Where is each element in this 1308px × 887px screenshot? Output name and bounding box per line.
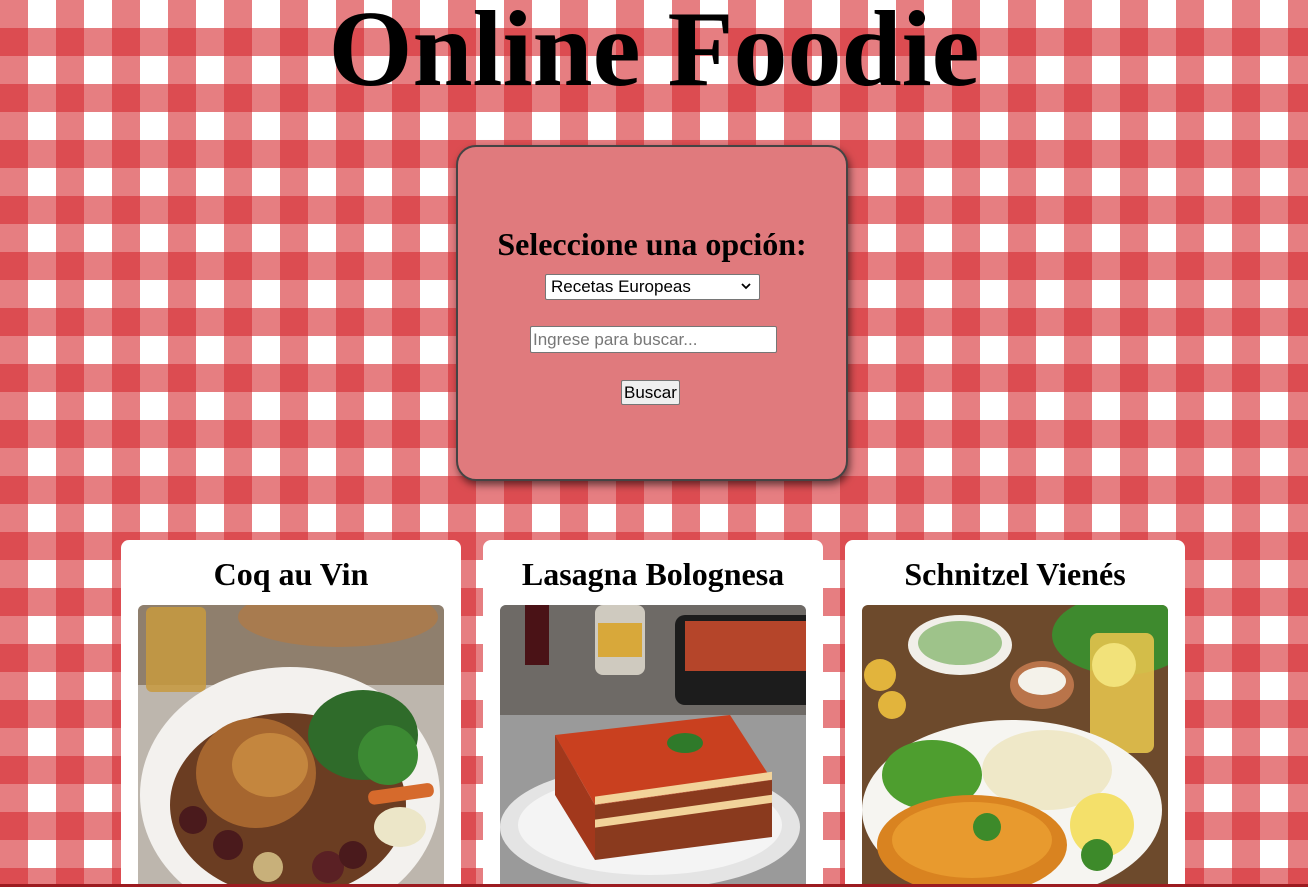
search-input-placeholder: Ingrese para buscar... — [533, 330, 698, 349]
search-panel: Seleccione una opción: Recetas Europeas … — [456, 145, 848, 481]
roast-chicken-plate-image[interactable] — [138, 605, 444, 887]
search-button[interactable]: Buscar — [621, 380, 680, 405]
panel-heading: Seleccione una opción: — [497, 226, 807, 262]
category-select-value: Recetas Europeas — [551, 277, 691, 296]
lasagna-plate-image[interactable] — [500, 605, 806, 887]
category-select[interactable]: Recetas Europeas — [545, 274, 760, 300]
recipe-card-lasagna-bolognesa[interactable]: Lasagna Bolognesa — [483, 540, 823, 887]
recipe-card-title: Lasagna Bolognesa — [521, 556, 785, 592]
recipe-card-schnitzel-vienes[interactable]: Schnitzel Vienés — [845, 540, 1185, 887]
recipe-card-title: Coq au Vin — [213, 556, 369, 592]
chevron-down-icon — [741, 283, 751, 290]
site-title: Online Foodie — [328, 0, 980, 109]
schnitzel-plate-image[interactable] — [862, 605, 1168, 887]
recipe-card-title: Schnitzel Vienés — [904, 556, 1126, 592]
recipe-card-coq-au-vin[interactable]: Coq au Vin — [121, 540, 461, 887]
search-input[interactable]: Ingrese para buscar... — [530, 326, 777, 353]
